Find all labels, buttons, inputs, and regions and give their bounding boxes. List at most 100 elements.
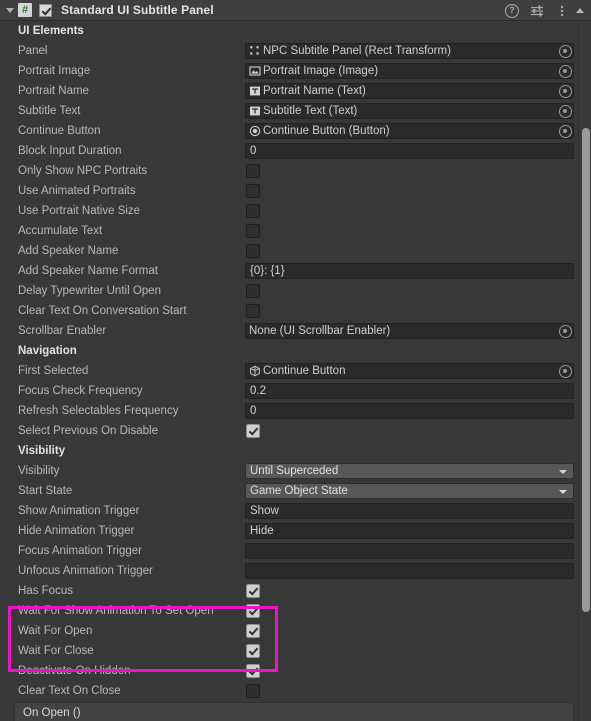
toggle-checkbox[interactable]: [246, 184, 260, 198]
toggle-checkbox[interactable]: [246, 664, 260, 678]
property-label: First Selected: [18, 365, 89, 377]
object-reference-value: None (UI Scrollbar Enabler): [249, 325, 391, 337]
toggle-checkbox[interactable]: [246, 244, 260, 258]
property-row: Add Speaker Name Format {0}: {1}: [0, 261, 591, 281]
property-label: Only Show NPC Portraits: [18, 165, 148, 177]
toggle-checkbox[interactable]: [246, 284, 260, 298]
section-title: UI Elements: [18, 25, 84, 37]
toggle-checkbox[interactable]: [246, 644, 260, 658]
property-label: Accumulate Text: [18, 225, 103, 237]
property-row: Visibility Until Superceded: [0, 461, 591, 481]
property-label: Visibility: [18, 465, 60, 477]
toggle-checkbox[interactable]: [246, 684, 260, 698]
object-picker-icon[interactable]: [559, 45, 572, 58]
gameobject-icon: [249, 365, 261, 377]
property-row: Focus Check Frequency 0.2: [0, 381, 591, 401]
object-picker-icon[interactable]: [559, 365, 572, 378]
property-label: Wait For Show Animation To Set Open: [18, 605, 214, 617]
text-input-field[interactable]: 0: [245, 143, 574, 159]
help-icon[interactable]: ?: [505, 3, 519, 18]
toggle-checkbox[interactable]: [246, 204, 260, 218]
property-row: Deactivate On Hidden: [0, 661, 591, 681]
object-picker-icon[interactable]: [559, 105, 572, 118]
text-input-field[interactable]: 0.2: [245, 383, 574, 399]
toggle-checkbox[interactable]: [246, 624, 260, 638]
text-input-field[interactable]: Show: [245, 503, 574, 519]
text-input-field[interactable]: [245, 543, 574, 559]
property-label: Select Previous On Disable: [18, 425, 158, 437]
property-row: Scrollbar Enabler None (UI Scrollbar Enab…: [0, 321, 591, 341]
component-header[interactable]: # Standard UI Subtitle Panel ?: [0, 0, 591, 21]
dropdown-field[interactable]: Game Object State: [245, 483, 574, 499]
property-label: Panel: [18, 45, 48, 57]
text-input-field[interactable]: Hide: [245, 523, 574, 539]
property-row: Continue Button Continue Button (Button): [0, 121, 591, 141]
text-component-icon: [249, 85, 261, 97]
property-row: Focus Animation Trigger: [0, 541, 591, 561]
property-row: Subtitle Text Subtitle Text (Text): [0, 101, 591, 121]
property-row: Wait For Show Animation To Set Open: [0, 601, 591, 621]
text-input-field[interactable]: {0}: {1}: [245, 263, 574, 279]
on-open-event-box[interactable]: On Open (): [14, 702, 574, 721]
property-row: Clear Text On Conversation Start: [0, 301, 591, 321]
object-reference-value: Subtitle Text (Text): [263, 105, 358, 117]
section-title: Navigation: [18, 345, 77, 357]
toggle-checkbox[interactable]: [246, 604, 260, 618]
object-reference-field[interactable]: NPC Subtitle Panel (Rect Transform): [245, 43, 574, 59]
property-label: Focus Check Frequency: [18, 385, 143, 397]
property-row: Accumulate Text: [0, 221, 591, 241]
toggle-checkbox[interactable]: [246, 304, 260, 318]
property-row: Add Speaker Name: [0, 241, 591, 261]
dropdown-field[interactable]: Until Superceded: [245, 463, 574, 479]
text-input-field[interactable]: [245, 563, 574, 579]
property-label: Subtitle Text: [18, 105, 81, 117]
image-component-icon: [249, 65, 261, 77]
property-row: Unfocus Animation Trigger: [0, 561, 591, 581]
object-picker-icon[interactable]: [559, 85, 572, 98]
section-title: Visibility: [18, 445, 66, 457]
object-reference-field[interactable]: Portrait Image (Image): [245, 63, 574, 79]
property-label: Wait For Open: [18, 625, 93, 637]
toggle-checkbox[interactable]: [246, 584, 260, 598]
event-list-row: On Open (): [0, 701, 591, 721]
section-header-row: Navigation: [0, 341, 591, 361]
property-row: Only Show NPC Portraits: [0, 161, 591, 181]
object-picker-icon[interactable]: [559, 65, 572, 78]
toggle-checkbox[interactable]: [246, 164, 260, 178]
object-reference-field[interactable]: Continue Button (Button): [245, 123, 574, 139]
foldout-arrow-icon[interactable]: [4, 4, 17, 17]
property-label: Use Portrait Native Size: [18, 205, 141, 217]
object-reference-field[interactable]: Portrait Name (Text): [245, 83, 574, 99]
property-label: Block Input Duration: [18, 145, 122, 157]
component-enabled-checkbox[interactable]: [39, 3, 52, 17]
kebab-menu-icon[interactable]: [555, 4, 569, 18]
object-reference-field[interactable]: None (UI Scrollbar Enabler): [245, 323, 574, 339]
toggle-checkbox[interactable]: [246, 224, 260, 238]
property-row: Clear Text On Close: [0, 681, 591, 701]
property-label: Deactivate On Hidden: [18, 665, 131, 677]
text-input-field[interactable]: 0: [245, 403, 574, 419]
property-label: Continue Button: [18, 125, 101, 137]
vertical-scrollbar[interactable]: [578, 21, 591, 721]
property-row: Portrait Image Portrait Image (Image): [0, 61, 591, 81]
property-label: Start State: [18, 485, 73, 497]
scrollbar-thumb[interactable]: [582, 128, 590, 612]
property-row: Block Input Duration 0: [0, 141, 591, 161]
text-input-value: Hide: [250, 525, 274, 537]
object-reference-field[interactable]: Subtitle Text (Text): [245, 103, 574, 119]
preset-icon[interactable]: [530, 4, 544, 18]
chevron-up-icon[interactable]: [573, 0, 587, 21]
object-reference-value: Portrait Name (Text): [263, 85, 366, 97]
object-reference-field[interactable]: Continue Button: [245, 363, 574, 379]
property-row: Wait For Close: [0, 641, 591, 661]
toggle-checkbox[interactable]: [246, 424, 260, 438]
property-label: Clear Text On Conversation Start: [18, 305, 187, 317]
object-picker-icon[interactable]: [559, 125, 572, 138]
property-row: First Selected Continue Button: [0, 361, 591, 381]
property-row: Has Focus: [0, 581, 591, 601]
object-reference-value: Continue Button (Button): [263, 125, 390, 137]
property-row: Panel NPC Subtitle Panel (Rect Transform): [0, 41, 591, 61]
object-picker-icon[interactable]: [559, 325, 572, 338]
property-label: Focus Animation Trigger: [18, 545, 143, 557]
property-label: Use Animated Portraits: [18, 185, 136, 197]
